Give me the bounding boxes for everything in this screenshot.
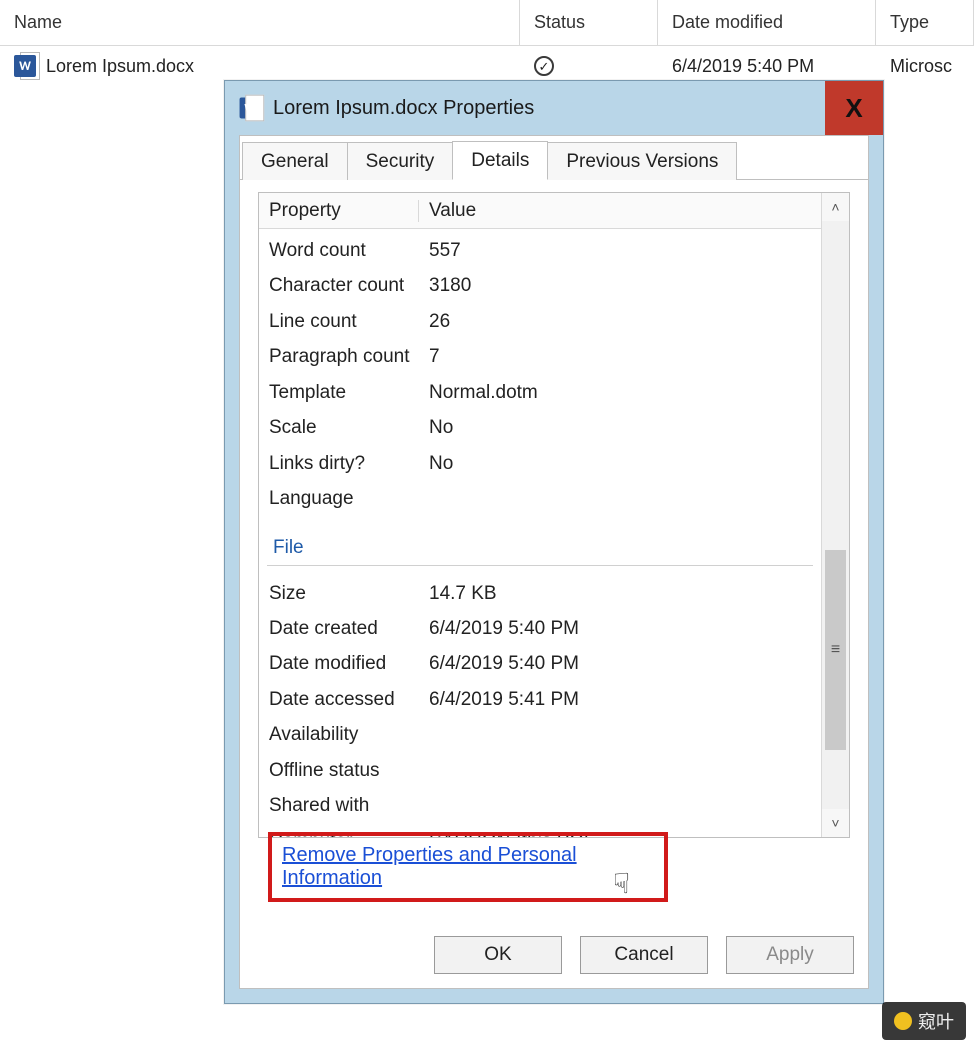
property-value — [429, 484, 811, 513]
close-button[interactable]: X — [825, 81, 883, 135]
property-name: Size — [269, 579, 429, 608]
property-value: No — [429, 449, 811, 478]
property-value — [429, 756, 811, 785]
property-row[interactable]: Offline status — [259, 753, 821, 788]
property-value: No — [429, 413, 811, 442]
property-value: 14.7 KB — [429, 579, 811, 608]
property-row[interactable]: Character count3180 — [259, 268, 821, 303]
property-value — [429, 720, 811, 749]
property-name: Date accessed — [269, 685, 429, 714]
column-header-status[interactable]: Status — [520, 0, 658, 45]
property-name: Shared with — [269, 791, 429, 820]
property-value — [429, 791, 811, 820]
remove-properties-highlight: Remove Properties and Personal Informati… — [268, 832, 668, 902]
property-name: Paragraph count — [269, 342, 429, 371]
property-name: Links dirty? — [269, 449, 429, 478]
tab-general[interactable]: General — [242, 142, 348, 180]
scroll-down-button[interactable]: ˅ — [822, 809, 849, 837]
tab-security[interactable]: Security — [347, 142, 454, 180]
scroll-thumb[interactable]: ≡ — [825, 550, 846, 750]
property-name: Scale — [269, 413, 429, 442]
watermark-text: 窥叶 — [918, 1008, 954, 1034]
details-header-row: Property Value — [259, 193, 821, 229]
details-table: Property Value Word count557Character co… — [259, 193, 821, 837]
property-name: Date created — [269, 614, 429, 643]
tab-strip: General Security Details Previous Versio… — [240, 136, 868, 180]
column-header-name[interactable]: Name — [0, 0, 520, 45]
property-value: 6/4/2019 5:41 PM — [429, 685, 811, 714]
scroll-up-button[interactable]: ˄ — [822, 193, 849, 221]
section-divider — [267, 565, 813, 566]
watermark: 窥叶 — [882, 1002, 966, 1040]
header-property[interactable]: Property — [259, 200, 419, 222]
file-name: Lorem Ipsum.docx — [46, 56, 194, 77]
property-row[interactable]: Date modified6/4/2019 5:40 PM — [259, 646, 821, 681]
tab-details[interactable]: Details — [452, 141, 548, 180]
property-row[interactable]: Date accessed6/4/2019 5:41 PM — [259, 682, 821, 717]
property-name: Line count — [269, 307, 429, 336]
word-file-icon — [240, 98, 261, 119]
property-name: Date modified — [269, 649, 429, 678]
dialog-titlebar[interactable]: Lorem Ipsum.docx Properties X — [225, 81, 883, 135]
property-row[interactable]: ScaleNo — [259, 410, 821, 445]
property-row[interactable]: Line count26 — [259, 304, 821, 339]
property-row[interactable]: Paragraph count7 — [259, 339, 821, 374]
property-name: Word count — [269, 236, 429, 265]
pointer-cursor-icon: ☟ — [613, 867, 630, 900]
file-date-modified: 6/4/2019 5:40 PM — [658, 56, 876, 77]
properties-dialog: Lorem Ipsum.docx Properties X General Se… — [224, 80, 884, 1004]
file-type: Microsc — [876, 56, 974, 77]
explorer-column-headers: Name Status Date modified Type — [0, 0, 974, 46]
tab-previous-versions[interactable]: Previous Versions — [547, 142, 737, 180]
remove-properties-link[interactable]: Remove Properties and Personal Informati… — [282, 844, 654, 890]
chevron-up-icon: ˄ — [831, 199, 839, 215]
dialog-title: Lorem Ipsum.docx Properties — [273, 97, 534, 120]
column-header-date[interactable]: Date modified — [658, 0, 876, 45]
property-name: Language — [269, 484, 429, 513]
property-row[interactable]: Links dirty?No — [259, 446, 821, 481]
word-file-icon — [14, 55, 36, 77]
property-row[interactable]: TemplateNormal.dotm — [259, 375, 821, 410]
property-value: 26 — [429, 307, 811, 336]
property-value: 3180 — [429, 271, 811, 300]
scroll-track[interactable]: ≡ — [822, 221, 849, 809]
property-row[interactable]: Shared with — [259, 788, 821, 823]
property-value: 6/4/2019 5:40 PM — [429, 614, 811, 643]
details-panel: Property Value Word count557Character co… — [258, 192, 850, 838]
property-value: 7 — [429, 342, 811, 371]
apply-button: Apply — [726, 936, 854, 974]
dialog-button-row: OK Cancel Apply — [434, 936, 854, 974]
dialog-body: General Security Details Previous Versio… — [239, 135, 869, 989]
property-name: Offline status — [269, 756, 429, 785]
property-value: Normal.dotm — [429, 378, 811, 407]
vertical-scrollbar[interactable]: ˄ ≡ ˅ — [821, 193, 849, 837]
chevron-down-icon: ˅ — [831, 815, 839, 831]
property-row[interactable]: Size14.7 KB — [259, 576, 821, 611]
property-row[interactable]: Availability — [259, 717, 821, 752]
ok-button[interactable]: OK — [434, 936, 562, 974]
watermark-icon — [894, 1012, 912, 1030]
sync-ok-icon: ✓ — [534, 56, 554, 76]
cancel-button[interactable]: Cancel — [580, 936, 708, 974]
property-name: Character count — [269, 271, 429, 300]
property-value: 6/4/2019 5:40 PM — [429, 649, 811, 678]
property-row[interactable]: Date created6/4/2019 5:40 PM — [259, 611, 821, 646]
property-value: 557 — [429, 236, 811, 265]
column-header-type[interactable]: Type — [876, 0, 974, 45]
property-name: Template — [269, 378, 429, 407]
property-row[interactable]: Word count557 — [259, 233, 821, 268]
header-value[interactable]: Value — [419, 200, 821, 222]
property-row[interactable]: Language — [259, 481, 821, 516]
property-name: Availability — [269, 720, 429, 749]
section-file: File — [259, 525, 821, 563]
